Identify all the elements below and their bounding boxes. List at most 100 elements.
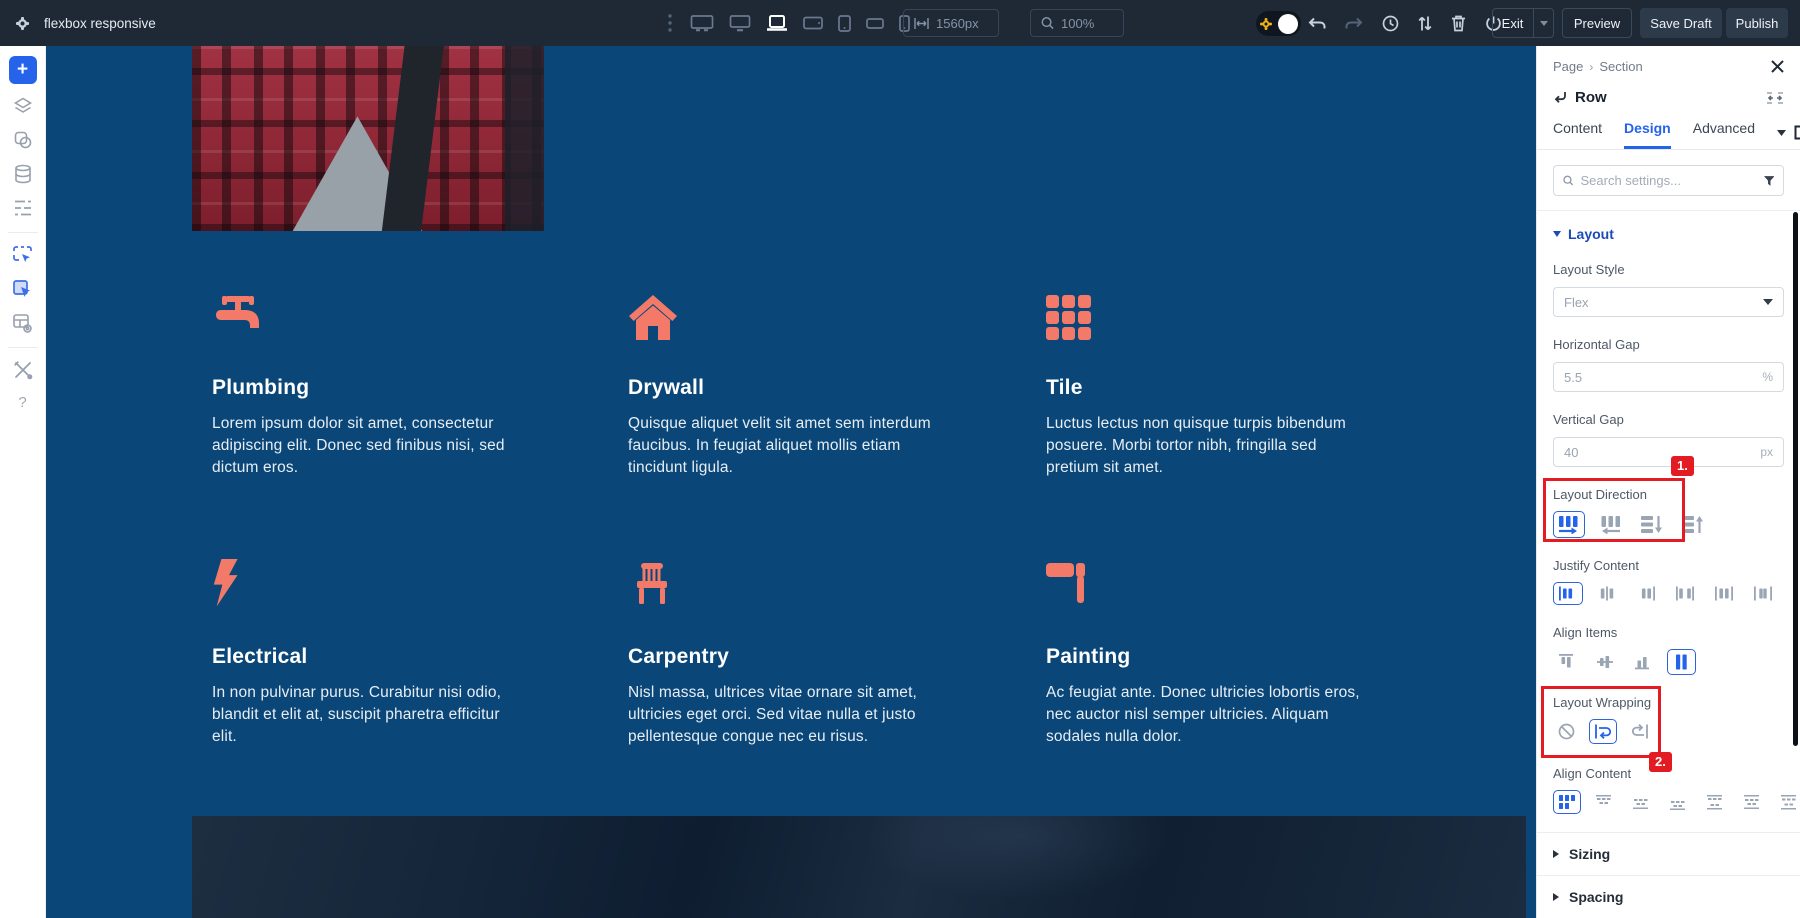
builder-settings-gear-icon[interactable] [14,15,31,32]
chevron-down-icon [1553,231,1561,237]
spacing-section-header[interactable]: Spacing [1553,876,1784,918]
wrap-none-icon[interactable] [1553,719,1580,744]
justify-space-between-icon[interactable] [1670,582,1700,605]
hero-photo-plaid-shirt[interactable] [192,46,544,231]
justify-flex-start-icon[interactable] [1553,582,1583,605]
justify-space-evenly-icon[interactable] [1748,582,1778,605]
align-items-center-icon[interactable] [1591,649,1620,675]
help-icon[interactable]: ? [18,394,26,411]
service-title: Tile [1046,376,1362,400]
direction-row-icon[interactable] [1553,511,1585,538]
direction-row-reverse-icon[interactable] [1594,511,1626,538]
canvas-zoom-field[interactable] [1030,9,1124,37]
tabs-caret-icon[interactable] [1777,130,1786,136]
layers-icon[interactable] [11,94,35,118]
layout-style-select[interactable]: Flex [1553,287,1784,317]
exit-button[interactable]: Exit [1492,8,1554,38]
align-content-flex-end-icon[interactable] [1664,790,1692,814]
align-content-flex-start-icon[interactable] [1590,790,1618,814]
wrap-reverse-icon[interactable] [1626,719,1654,744]
align-content-space-between-icon[interactable] [1701,790,1729,814]
tools-wrench-icon[interactable] [11,358,35,382]
element-select-icon[interactable] [11,243,35,267]
layout-style-label: Layout Style [1553,262,1784,277]
justify-flex-end-icon[interactable] [1631,582,1661,605]
canvas-width-field[interactable] [903,9,999,37]
chevron-right-icon [1553,893,1559,901]
global-styles-icon[interactable] [11,128,35,152]
align-items-stretch-icon[interactable] [1667,649,1696,675]
close-panel-icon[interactable] [1771,60,1784,73]
vertical-gap-field[interactable]: px [1553,437,1784,467]
footer-photo-dark-suit[interactable] [192,816,1526,918]
breakpoint-phone-landscape-icon[interactable] [866,18,884,29]
save-draft-button[interactable]: Save Draft [1640,8,1722,38]
settings-search[interactable] [1553,165,1784,196]
align-items-group: Align Items [1553,625,1784,675]
justify-space-around-icon[interactable] [1709,582,1739,605]
settings-table-icon[interactable] [11,311,35,335]
panel-scrollbar[interactable] [1793,212,1798,746]
direction-column-reverse-icon[interactable] [1676,511,1708,538]
service-description: Quisque aliquet velit sit amet sem inter… [628,413,944,479]
align-content-center-icon[interactable] [1627,790,1655,814]
layout-section-header[interactable]: Layout [1553,226,1784,242]
preview-button[interactable]: Preview [1562,8,1632,38]
sort-arrows-icon[interactable] [1418,15,1432,32]
page-builder-app: flexbox responsive [0,0,1800,918]
box-outline-icon[interactable] [1794,125,1800,140]
breakpoint-tablet-landscape-icon[interactable] [803,16,823,30]
canvas-options-dots-icon[interactable] [668,14,672,32]
align-content-stretch-icon[interactable] [1553,790,1581,814]
horizontal-gap-field[interactable]: % [1553,362,1784,392]
breakpoint-desktop-icon[interactable] [729,14,751,32]
service-card-tile[interactable]: Tile Luctus lectus non quisque turpis bi… [1046,290,1362,479]
service-card-drywall[interactable]: Drywall Quisque aliquet velit sit amet s… [628,290,944,479]
filter-funnel-icon[interactable] [1764,175,1775,187]
preview-label: Preview [1574,16,1620,31]
service-card-carpentry[interactable]: Carpentry Nisl massa, ultrices vitae orn… [628,559,944,748]
add-element-button[interactable]: + [9,56,37,84]
collapse-panel-icon[interactable] [1766,91,1784,105]
form-rows-icon[interactable] [11,196,35,220]
annotation-badge-1: 1. [1671,456,1694,476]
service-card-painting[interactable]: Painting Ac feugiat ante. Donec ultricie… [1046,559,1362,748]
undo-icon[interactable] [1308,17,1326,30]
vertical-gap-unit[interactable]: px [1760,445,1773,459]
tab-advanced[interactable]: Advanced [1693,120,1755,149]
breadcrumb-section[interactable]: Section [1599,59,1642,74]
tab-content[interactable]: Content [1553,120,1602,149]
justify-center-icon[interactable] [1592,582,1622,605]
service-card-electrical[interactable]: Electrical In non pulvinar purus. Curabi… [212,559,528,748]
redo-icon[interactable] [1345,17,1363,30]
element-select-alt-icon[interactable] [11,277,35,301]
breakpoint-desktop-xl-icon[interactable] [690,14,714,32]
horizontal-gap-unit[interactable]: % [1762,370,1773,384]
breakpoint-tablet-portrait-icon[interactable] [838,15,851,32]
chevron-right-icon [1553,850,1559,858]
search-input[interactable] [1581,173,1757,188]
breadcrumb-page[interactable]: Page [1553,59,1583,74]
wrap-icon[interactable] [1589,719,1617,744]
service-title: Plumbing [212,376,528,400]
publish-button[interactable]: Publish [1726,8,1788,38]
exit-caret-icon[interactable] [1533,9,1554,37]
align-items-flex-start-icon[interactable] [1553,649,1582,675]
dark-mode-toggle[interactable] [1256,11,1301,36]
back-arrow-icon[interactable] [1553,91,1567,104]
align-items-baseline-icon[interactable] [1629,649,1658,675]
vertical-gap-label: Vertical Gap [1553,412,1784,427]
align-content-space-around-icon[interactable] [1738,790,1766,814]
photo-edge-shape [505,46,544,231]
service-title: Electrical [212,645,528,669]
tab-design[interactable]: Design [1624,120,1671,149]
layout-section-title: Layout [1568,226,1614,242]
breakpoint-laptop-icon[interactable] [766,14,788,32]
trash-icon[interactable] [1451,15,1466,32]
service-card-plumbing[interactable]: Plumbing Lorem ipsum dolor sit amet, con… [212,290,528,479]
sizing-section-header[interactable]: Sizing [1553,833,1784,875]
direction-column-icon[interactable] [1635,511,1667,538]
database-icon[interactable] [11,162,35,186]
history-clock-icon[interactable] [1382,15,1399,32]
align-content-space-evenly-icon[interactable] [1775,790,1800,814]
